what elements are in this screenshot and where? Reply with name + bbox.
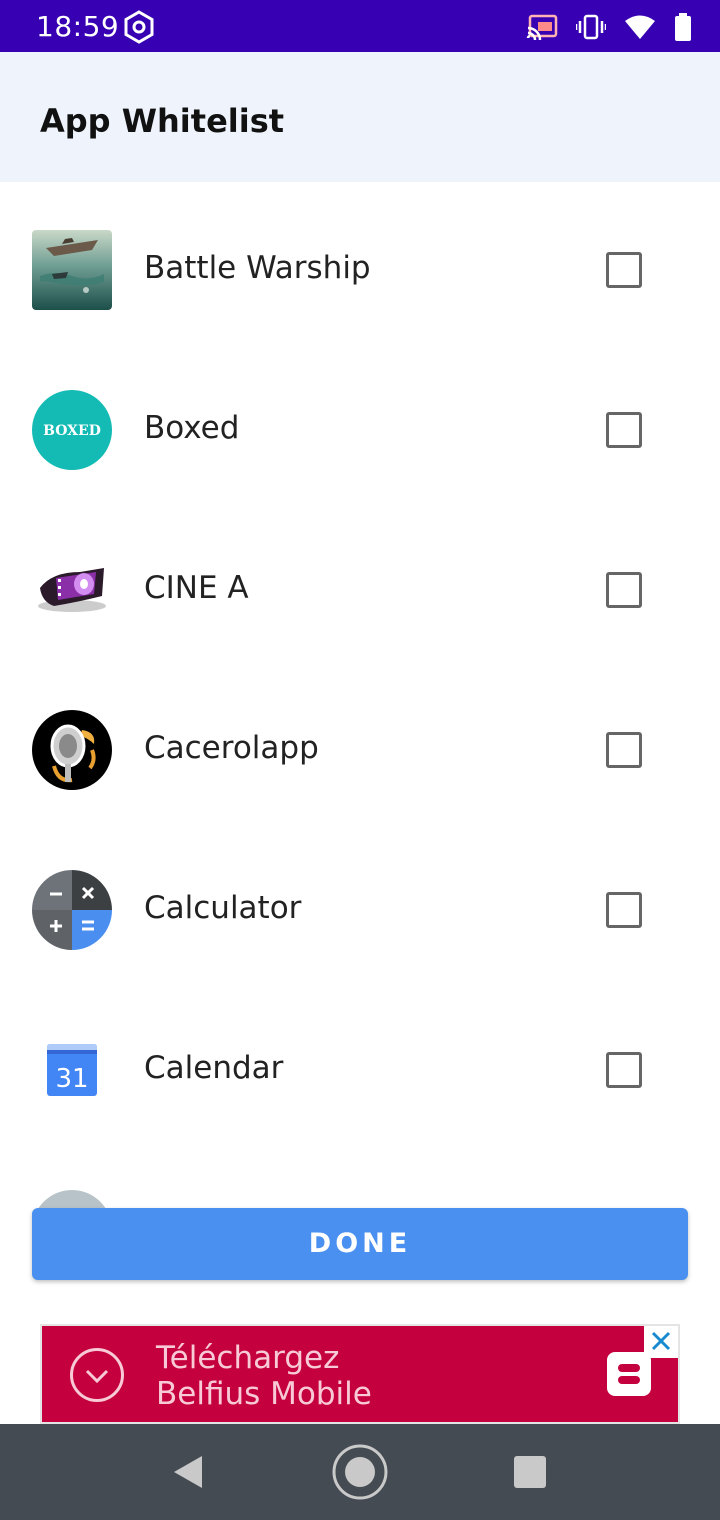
battle-warship-icon [32, 230, 112, 310]
belfius-logo-icon [607, 1352, 651, 1396]
list-item[interactable]: Calculator [0, 826, 720, 986]
calculator-icon [32, 870, 112, 950]
back-icon[interactable] [170, 1454, 206, 1490]
calendar-icon: 31 [47, 1044, 97, 1096]
app-bar: App Whitelist [0, 52, 720, 182]
boxed-icon: BOXED [32, 390, 112, 470]
page-title: App Whitelist [40, 102, 285, 140]
app-name: Calculator [144, 890, 302, 926]
status-bar: 18:59 [0, 0, 720, 52]
boxed-icon-text: BOXED [43, 423, 101, 439]
app-name: Calendar [144, 1050, 284, 1086]
ad-line-1: Téléchargez [156, 1340, 340, 1376]
vibrate-icon [576, 14, 606, 40]
list-item[interactable]: Battle Warship [0, 186, 720, 346]
whitelist-checkbox[interactable] [606, 412, 642, 448]
status-time: 18:59 [36, 10, 120, 43]
ad-close-icon[interactable] [644, 1326, 678, 1358]
whitelist-checkbox[interactable] [606, 732, 642, 768]
list-item[interactable]: Cacerolapp [0, 666, 720, 826]
whitelist-checkbox[interactable] [606, 252, 642, 288]
wifi-icon [625, 15, 655, 39]
whitelist-checkbox[interactable] [606, 892, 642, 928]
done-button[interactable]: DONE [32, 1208, 688, 1280]
list-item[interactable]: CINE A [0, 506, 720, 666]
list-item[interactable]: 31 Calendar [0, 986, 720, 1146]
app-list[interactable]: Battle Warship BOXED Boxed CINE A Cacero… [0, 182, 720, 1212]
app-name: CINE A [144, 570, 249, 606]
navigation-bar [0, 1424, 720, 1520]
app-name: Boxed [144, 410, 240, 446]
app-name: Cacerolapp [144, 730, 319, 766]
app-notification-icon [124, 10, 154, 44]
calendar-icon-text: 31 [55, 1064, 88, 1094]
app-name: Battle Warship [144, 250, 371, 286]
whitelist-checkbox[interactable] [606, 572, 642, 608]
ad-text: Téléchargez Belfius Mobile [156, 1340, 372, 1412]
recents-icon[interactable] [514, 1456, 546, 1488]
cine-a-icon [38, 568, 106, 612]
chevron-down-icon [70, 1348, 124, 1402]
ad-banner[interactable]: Téléchargez Belfius Mobile [40, 1324, 680, 1424]
ad-line-2: Belfius Mobile [156, 1376, 372, 1412]
cacerolapp-icon [32, 710, 112, 790]
list-item[interactable] [0, 1146, 720, 1212]
list-item[interactable]: BOXED Boxed [0, 346, 720, 506]
battery-icon [675, 13, 691, 41]
home-icon[interactable] [331, 1443, 389, 1501]
cast-icon [526, 14, 558, 40]
whitelist-checkbox[interactable] [606, 1052, 642, 1088]
